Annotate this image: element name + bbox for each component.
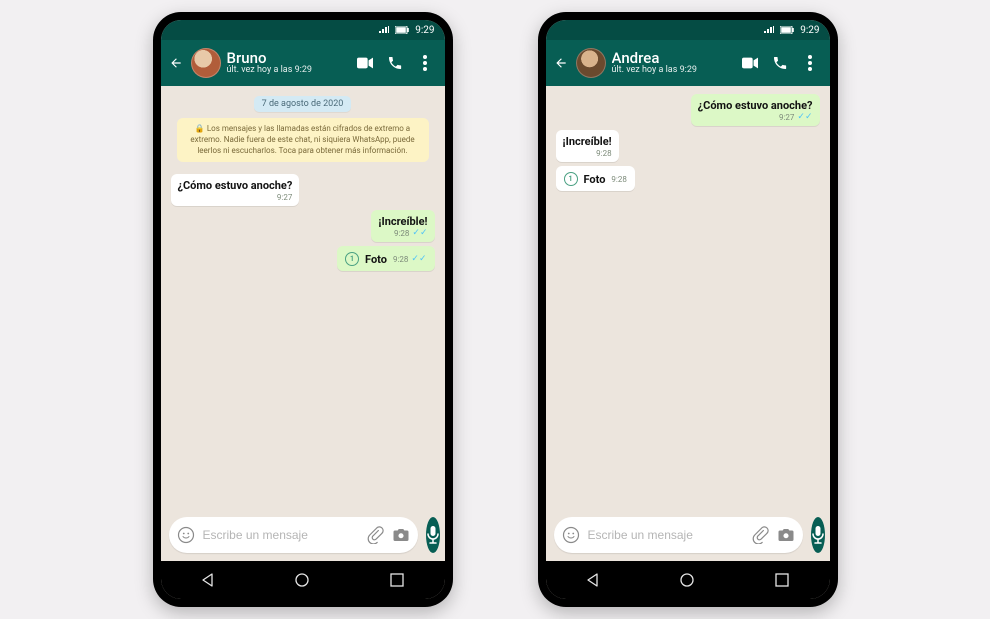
nav-home-icon[interactable] [667, 572, 707, 588]
more-icon[interactable] [802, 55, 818, 71]
nav-recent-icon[interactable] [762, 573, 802, 587]
encryption-notice[interactable]: 🔒Los mensajes y las llamadas están cifra… [177, 118, 429, 162]
message-text: ¡Increíble! [378, 215, 427, 228]
contact-info[interactable]: Bruno últ. vez hoy a las 9:29 [227, 50, 351, 76]
more-icon[interactable] [417, 55, 433, 71]
status-time: 9:29 [415, 25, 434, 36]
phone-left: 9:29 Bruno últ. vez hoy a las 9:29 [153, 12, 453, 607]
lock-icon: 🔒 [195, 124, 205, 133]
contact-name: Bruno [227, 50, 351, 67]
message-row: 1 Foto 9:28✓✓ [171, 246, 435, 271]
last-seen: últ. vez hoy a las 9:29 [612, 66, 736, 76]
message-time: 9:28 [393, 255, 408, 264]
voice-call-icon[interactable] [772, 55, 788, 71]
message-text: ¡Increíble! [563, 135, 612, 148]
message-row: 1 Foto 9:28 [556, 166, 820, 191]
nav-back-icon[interactable] [573, 572, 613, 588]
camera-icon[interactable] [392, 526, 410, 544]
message-time: 9:28 [394, 229, 409, 238]
contact-info[interactable]: Andrea últ. vez hoy a las 9:29 [612, 50, 736, 76]
signal-icon [379, 26, 389, 34]
android-navbar [546, 561, 830, 599]
signal-icon [764, 26, 774, 34]
message-bubble-outgoing[interactable]: ¡Increíble! 9:28✓✓ [371, 210, 434, 242]
emoji-icon[interactable] [177, 526, 195, 544]
message-bubble-incoming[interactable]: ¿Cómo estuvo anoche? 9:27 [171, 174, 300, 206]
status-time: 9:29 [800, 25, 819, 36]
message-row: ¿Cómo estuvo anoche? 9:27 [171, 174, 435, 206]
message-input[interactable] [203, 528, 358, 542]
battery-icon [780, 26, 794, 34]
attach-icon[interactable] [366, 526, 384, 544]
message-time: 9:27 [277, 193, 292, 202]
view-once-icon: 1 [345, 252, 359, 266]
avatar[interactable] [191, 48, 221, 78]
back-button[interactable] [552, 56, 570, 70]
chat-body[interactable]: 7 de agosto de 2020 🔒Los mensajes y las … [161, 86, 445, 511]
read-ticks-icon: ✓✓ [412, 229, 427, 238]
emoji-icon[interactable] [562, 526, 580, 544]
message-text: Foto [365, 253, 387, 266]
message-input-box[interactable] [169, 517, 418, 553]
input-bar [546, 511, 830, 561]
attach-icon[interactable] [751, 526, 769, 544]
android-navbar [161, 561, 445, 599]
message-time: 9:28 [611, 175, 626, 184]
nav-recent-icon[interactable] [377, 573, 417, 587]
screen: 9:29 Bruno últ. vez hoy a las 9:29 [161, 20, 445, 599]
phone-right: 9:29 Andrea últ. vez hoy a las 9:29 [538, 12, 838, 607]
chat-header: Bruno últ. vez hoy a las 9:29 [161, 40, 445, 86]
nav-back-icon[interactable] [188, 572, 228, 588]
nav-home-icon[interactable] [282, 572, 322, 588]
view-once-icon: 1 [564, 172, 578, 186]
last-seen: últ. vez hoy a las 9:29 [227, 66, 351, 76]
camera-icon[interactable] [777, 526, 795, 544]
message-bubble-outgoing[interactable]: ¿Cómo estuvo anoche? 9:27✓✓ [691, 94, 820, 126]
message-input[interactable] [588, 528, 743, 542]
battery-icon [395, 26, 409, 34]
header-actions [357, 55, 439, 71]
message-row: ¿Cómo estuvo anoche? 9:27✓✓ [556, 94, 820, 126]
read-ticks-icon: ✓✓ [797, 113, 812, 122]
read-ticks-icon: ✓✓ [411, 255, 426, 264]
date-chip: 7 de agosto de 2020 [254, 96, 352, 112]
contact-name: Andrea [612, 50, 736, 67]
chat-body[interactable]: ¿Cómo estuvo anoche? 9:27✓✓ ¡Increíble! … [546, 86, 830, 511]
chat-header: Andrea últ. vez hoy a las 9:29 [546, 40, 830, 86]
message-text: Foto [584, 173, 606, 186]
voice-call-icon[interactable] [387, 55, 403, 71]
video-call-icon[interactable] [742, 55, 758, 71]
video-call-icon[interactable] [357, 55, 373, 71]
message-row: ¡Increíble! 9:28✓✓ [171, 210, 435, 242]
message-text: ¿Cómo estuvo anoche? [178, 179, 293, 192]
message-time: 9:28 [596, 149, 611, 158]
message-bubble-media-incoming[interactable]: 1 Foto 9:28 [556, 166, 635, 191]
screen: 9:29 Andrea últ. vez hoy a las 9:29 [546, 20, 830, 599]
header-actions [742, 55, 824, 71]
avatar[interactable] [576, 48, 606, 78]
status-bar: 9:29 [546, 20, 830, 40]
mic-button[interactable] [811, 517, 825, 553]
message-time: 9:27 [779, 113, 794, 122]
status-bar: 9:29 [161, 20, 445, 40]
message-text: ¿Cómo estuvo anoche? [698, 99, 813, 112]
input-bar [161, 511, 445, 561]
message-bubble-incoming[interactable]: ¡Increíble! 9:28 [556, 130, 619, 162]
message-input-box[interactable] [554, 517, 803, 553]
message-row: ¡Increíble! 9:28 [556, 130, 820, 162]
mic-button[interactable] [426, 517, 440, 553]
message-bubble-media-outgoing[interactable]: 1 Foto 9:28✓✓ [337, 246, 434, 271]
back-button[interactable] [167, 56, 185, 70]
